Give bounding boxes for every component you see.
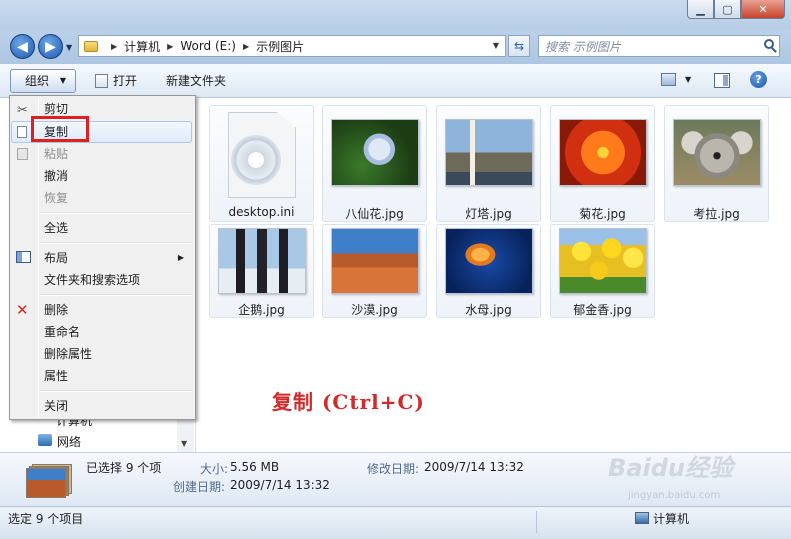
file-name: 八仙花.jpg xyxy=(345,207,404,221)
help-icon[interactable]: ? xyxy=(750,71,767,88)
change-view-icon[interactable] xyxy=(661,73,676,86)
file-item[interactable]: 灯塔.jpg xyxy=(436,105,541,222)
preview-pane-icon[interactable] xyxy=(714,73,730,88)
minimize-icon[interactable]: ▁ xyxy=(687,0,714,19)
file-name: 水母.jpg xyxy=(465,303,512,317)
view-options-dropdown-icon[interactable]: ▼ xyxy=(685,75,691,84)
back-icon[interactable]: ◀ xyxy=(10,34,35,59)
chrysanthemum-photo xyxy=(559,119,647,186)
status-selected: 选定 9 个项目 xyxy=(8,512,84,526)
watermark-url: jingyan.baidu.com xyxy=(628,490,721,501)
created-label: 创建日期: xyxy=(173,480,226,494)
desert-photo xyxy=(331,228,419,294)
chevron-right-icon[interactable]: ▶ xyxy=(243,42,249,51)
address-bar[interactable]: ▶ 计算机 ▶ Word (E:) ▶ 示例图片 ▼ xyxy=(78,35,506,57)
image-stack-icon xyxy=(26,464,72,498)
file-name: 菊花.jpg xyxy=(579,207,626,221)
forward-icon[interactable]: ▶ xyxy=(38,34,63,59)
penguins-photo xyxy=(218,228,306,294)
modified-label: 修改日期: xyxy=(367,462,420,476)
status-separator xyxy=(536,511,537,533)
submenu-arrow-icon: ▶ xyxy=(177,253,184,262)
file-item[interactable]: 八仙花.jpg xyxy=(322,105,427,222)
computer-icon xyxy=(635,512,649,524)
menu-separator xyxy=(40,294,192,296)
breadcrumb-drive[interactable]: Word (E:) xyxy=(180,39,236,53)
window-controls: ▁ ▢ ✕ xyxy=(687,0,785,19)
menu-item-layout-label: 布局 xyxy=(44,251,69,265)
menu-separator xyxy=(40,390,192,392)
koala-photo xyxy=(673,119,761,186)
chevron-down-icon: ▼ xyxy=(59,76,66,85)
maximize-icon[interactable]: ▢ xyxy=(714,0,741,19)
annotation-text: 复制 (Ctrl+C) xyxy=(272,390,425,414)
search-icon[interactable] xyxy=(764,39,774,49)
lighthouse-photo xyxy=(445,119,533,186)
jellyfish-photo xyxy=(445,228,533,294)
modified-value: 2009/7/14 13:32 xyxy=(424,460,524,474)
menu-separator xyxy=(40,242,192,244)
breadcrumb-computer[interactable]: 计算机 xyxy=(124,38,160,55)
menu-item-undo[interactable]: 撤消 xyxy=(11,165,192,187)
settings-file-icon xyxy=(228,112,296,198)
file-item[interactable]: 企鹅.jpg xyxy=(209,224,314,318)
organize-label: 组织 xyxy=(25,74,50,88)
menu-item-redo: 恢复 xyxy=(44,191,69,205)
baidu-watermark: Baidu经验 xyxy=(608,454,733,482)
folder-icon xyxy=(84,40,98,52)
file-name: 考拉.jpg xyxy=(693,207,740,221)
menu-item-select-all[interactable]: 全选 xyxy=(11,217,192,239)
file-item[interactable]: 沙漠.jpg xyxy=(322,224,427,318)
menu-item-remove-properties[interactable]: 删除属性 xyxy=(11,343,192,365)
selection-count: 已选择 9 个项 xyxy=(86,461,162,475)
menu-separator xyxy=(40,212,192,214)
hydrangea-photo xyxy=(331,119,419,186)
search-placeholder: 搜索 示例图片 xyxy=(545,39,621,54)
menu-item-paste: 粘贴 xyxy=(44,147,69,161)
menu-item-rename[interactable]: 重命名 xyxy=(11,321,192,343)
scroll-down-icon[interactable]: ▼ xyxy=(181,439,187,448)
file-name: 沙漠.jpg xyxy=(351,303,398,317)
file-name: 郁金香.jpg xyxy=(573,303,632,317)
network-icon xyxy=(38,434,52,446)
open-button[interactable]: 打开 xyxy=(113,69,137,93)
search-input[interactable]: 搜索 示例图片 xyxy=(538,35,780,57)
file-name: desktop.ini xyxy=(228,205,295,219)
close-icon[interactable]: ✕ xyxy=(741,0,785,19)
file-item[interactable]: 考拉.jpg xyxy=(664,105,769,222)
highlight-box xyxy=(31,116,89,142)
file-item[interactable]: 菊花.jpg xyxy=(550,105,655,222)
menu-item-close[interactable]: 关闭 xyxy=(11,395,192,417)
status-location: 计算机 xyxy=(653,512,690,526)
title-bar: ▁ ▢ ✕ xyxy=(0,0,791,30)
file-item[interactable]: desktop.ini xyxy=(209,105,314,222)
open-icon xyxy=(95,74,108,88)
size-value: 5.56 MB xyxy=(230,460,280,474)
command-bar: 组织 ▼ 打开 新建文件夹 ▼ ? xyxy=(0,64,791,98)
organize-button[interactable]: 组织 ▼ xyxy=(10,69,76,93)
tulips-photo xyxy=(559,228,647,294)
chevron-right-icon[interactable]: ▶ xyxy=(167,42,173,51)
recent-pages-dropdown-icon[interactable]: ▼ xyxy=(66,43,72,52)
copy-icon xyxy=(17,126,27,138)
chevron-right-icon[interactable]: ▶ xyxy=(111,42,117,51)
file-item[interactable]: 水母.jpg xyxy=(436,224,541,318)
gear-icon xyxy=(231,135,281,185)
nav-item-network[interactable]: 网络 xyxy=(57,433,81,450)
new-folder-button[interactable]: 新建文件夹 xyxy=(166,69,226,93)
created-value: 2009/7/14 13:32 xyxy=(230,478,330,492)
file-item[interactable]: 郁金香.jpg xyxy=(550,224,655,318)
address-row: ◀ ▶ ▼ ▶ 计算机 ▶ Word (E:) ▶ 示例图片 ▼ ⇆ 搜索 示例… xyxy=(0,30,791,64)
menu-item-folder-options[interactable]: 文件夹和搜索选项 xyxy=(11,269,192,291)
refresh-icon[interactable]: ⇆ xyxy=(508,35,530,57)
file-name: 灯塔.jpg xyxy=(465,207,512,221)
menu-item-properties[interactable]: 属性 xyxy=(11,365,192,387)
address-dropdown-icon[interactable]: ▼ xyxy=(493,41,499,50)
file-name: 企鹅.jpg xyxy=(238,303,285,317)
size-label: 大小: xyxy=(200,462,229,476)
menu-item-layout[interactable]: 布局 ▶ xyxy=(11,247,192,269)
breadcrumb-folder[interactable]: 示例图片 xyxy=(256,38,304,55)
menu-item-delete[interactable]: 删除 xyxy=(11,299,192,321)
